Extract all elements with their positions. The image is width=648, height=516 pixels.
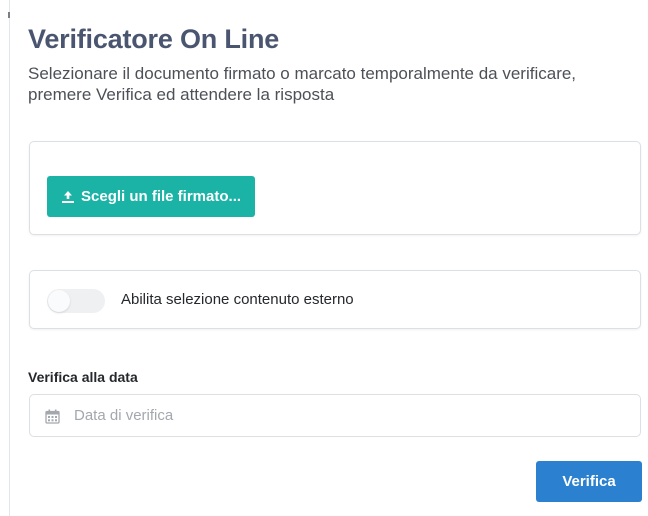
page-subtitle: Selezionare il documento firmato o marca… [28,64,577,104]
external-content-toggle[interactable] [47,289,105,313]
verification-date-label: Verifica alla data [28,369,138,385]
upload-card: Scegli un file firmato... [29,141,641,235]
calendar-icon [45,409,60,424]
choose-signed-file-button[interactable]: Scegli un file firmato... [47,176,256,217]
toggle-knob [48,290,70,312]
upload-icon [62,190,74,203]
left-divider [9,0,10,516]
verificatore-page: Verificatore On Line Selezionare il docu… [0,0,648,516]
page-title: Verificatore On Line [28,24,280,54]
choose-signed-file-label: Scegli un file firmato... [81,188,242,205]
verification-date-field[interactable] [29,394,641,437]
verify-button[interactable]: Verifica [536,461,642,502]
verification-date-input[interactable] [74,395,624,436]
external-content-label: Abilita selezione contenuto esterno [121,291,354,308]
left-divider-tick [8,12,10,18]
external-content-card: Abilita selezione contenuto esterno [29,270,641,329]
